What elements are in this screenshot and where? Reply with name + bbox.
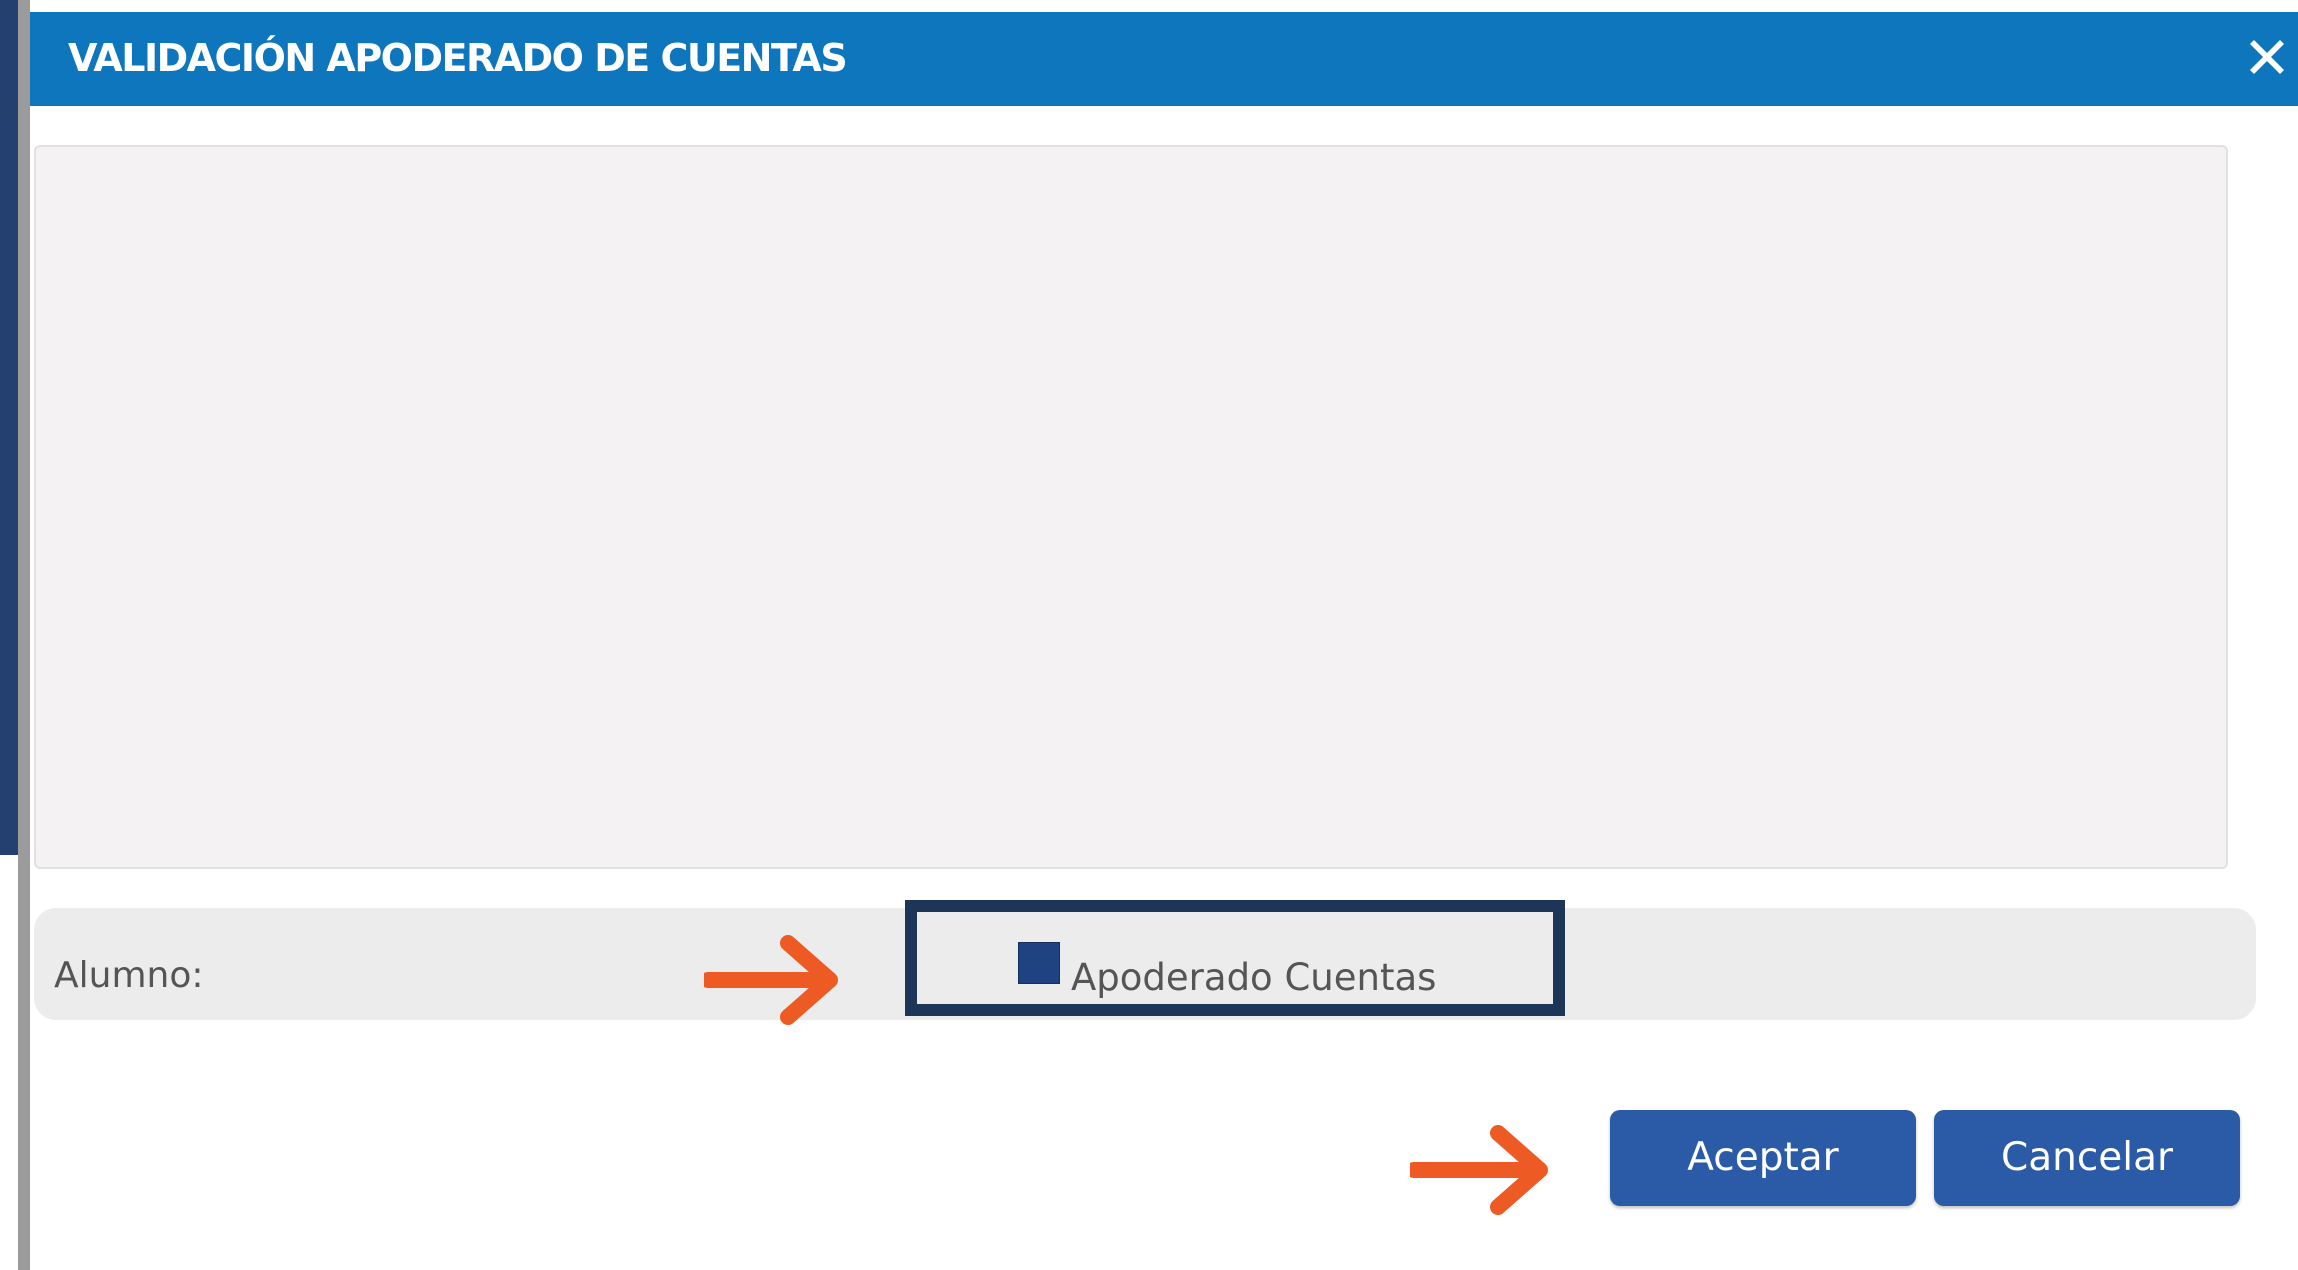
alumno-label: Alumno: <box>54 955 204 996</box>
background-page-edge <box>0 0 18 855</box>
accept-button[interactable]: Aceptar <box>1610 1110 1916 1206</box>
arrow-right-icon <box>1410 1125 1548 1215</box>
cancel-button[interactable]: Cancelar <box>1934 1110 2240 1206</box>
arrow-right-icon <box>704 935 838 1025</box>
content-panel <box>34 145 2228 869</box>
dialog-title: VALIDACIÓN APODERADO DE CUENTAS <box>68 36 848 80</box>
close-icon[interactable] <box>2242 32 2292 82</box>
apoderado-cuentas-label[interactable]: Apoderado Cuentas <box>1071 956 1436 1000</box>
dialog-titlebar: VALIDACIÓN APODERADO DE CUENTAS <box>30 12 2298 106</box>
background-page-border <box>18 0 30 1270</box>
apoderado-cuentas-checkbox[interactable] <box>1018 942 1060 984</box>
screen: VALIDACIÓN APODERADO DE CUENTAS Alumno: … <box>0 0 2298 1270</box>
